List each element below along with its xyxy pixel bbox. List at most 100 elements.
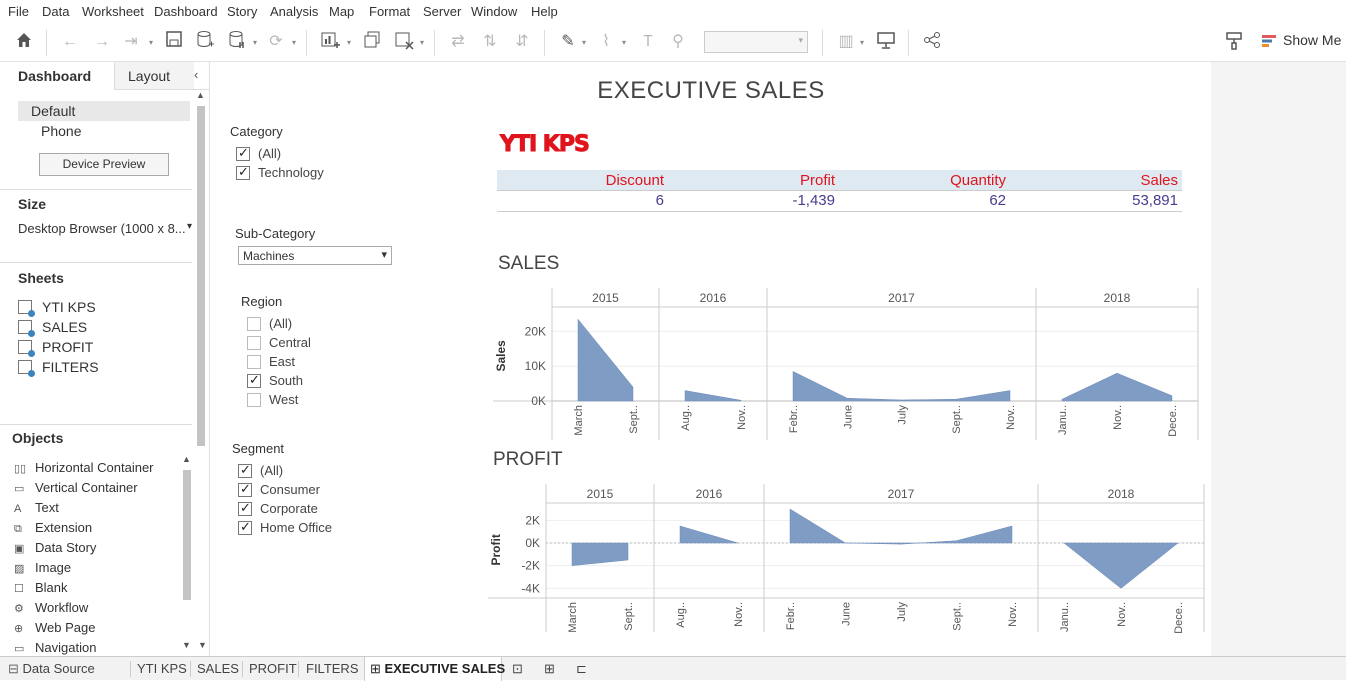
menu-analysis[interactable]: Analysis: [270, 4, 318, 19]
filter-checkbox[interactable]: (All): [247, 316, 292, 331]
checkbox[interactable]: [247, 336, 261, 350]
object-workflow[interactable]: ⚙ Workflow: [14, 600, 88, 615]
filter-checkbox[interactable]: Corporate: [238, 500, 318, 516]
label-icon[interactable]: T: [636, 30, 660, 54]
menu-server[interactable]: Server: [423, 4, 461, 19]
panel-scrollbar[interactable]: ▲: [194, 90, 208, 450]
presentation-icon[interactable]: [874, 30, 898, 54]
checkbox[interactable]: [247, 317, 261, 331]
filter-checkbox[interactable]: East: [247, 354, 295, 369]
scroll-up-icon[interactable]: ▲: [196, 90, 205, 100]
object-blank[interactable]: ☐ Blank: [14, 580, 68, 595]
fit-dropdown[interactable]: [704, 31, 808, 53]
filter-checkbox[interactable]: (All): [238, 462, 283, 478]
format-painter-icon[interactable]: [1222, 30, 1246, 54]
tab-layout[interactable]: Layout: [114, 62, 194, 90]
device-phone[interactable]: Phone: [18, 121, 190, 141]
filter-checkbox[interactable]: (All): [236, 145, 281, 161]
object-image[interactable]: ▨ Image: [14, 560, 71, 575]
object-navigation[interactable]: ▭ Navigation: [14, 640, 96, 655]
show-cards-icon[interactable]: ▥: [834, 30, 858, 54]
checkbox[interactable]: [247, 393, 261, 407]
refresh-icon[interactable]: ⟳: [264, 30, 288, 54]
objects-scrollbar[interactable]: ▲ ▼: [180, 454, 194, 654]
object-extension[interactable]: ⧉ Extension: [14, 520, 92, 536]
pin-icon[interactable]: ⚲: [666, 30, 690, 54]
scroll-down-icon[interactable]: ▼: [182, 640, 191, 650]
size-dropdown[interactable]: Desktop Browser (1000 x 8...: [18, 221, 192, 236]
sheet-item[interactable]: SALES: [18, 319, 87, 337]
object-web-page[interactable]: ⊕ Web Page: [14, 620, 95, 635]
share-icon[interactable]: [920, 30, 944, 54]
checkbox[interactable]: [247, 372, 261, 388]
object-data-story[interactable]: ▣ Data Story: [14, 540, 96, 555]
sheet-tab-sales[interactable]: SALES: [197, 661, 239, 676]
scroll-up-icon[interactable]: ▲: [182, 454, 191, 464]
duplicate-sheet-icon[interactable]: [360, 30, 384, 54]
highlight-icon[interactable]: ✎: [556, 30, 580, 54]
sheet-item[interactable]: YTI KPS: [18, 299, 96, 317]
sort-descending-icon[interactable]: ⇵: [510, 30, 534, 54]
left-panel: Dashboard Layout ‹ Default Phone Device …: [0, 62, 210, 656]
filter-checkbox[interactable]: Consumer: [238, 481, 320, 497]
menu-format[interactable]: Format: [369, 4, 410, 19]
sheet-tab-executive-sales[interactable]: ⊞ EXECUTIVE SALES: [370, 661, 505, 677]
sheet-tab-filters[interactable]: FILTERS: [306, 661, 359, 676]
replay-icon[interactable]: ⇥: [119, 30, 143, 54]
sheet-tab-profit[interactable]: PROFIT: [249, 661, 297, 676]
menu-dashboard[interactable]: Dashboard: [154, 4, 218, 19]
new-worksheet-tab-icon[interactable]: ⊡: [512, 661, 523, 677]
new-datasource-icon[interactable]: [193, 30, 217, 54]
sort-ascending-icon[interactable]: ⇅: [478, 30, 502, 54]
filter-checkbox[interactable]: West: [247, 392, 298, 407]
attach-icon[interactable]: ⌇: [594, 30, 618, 54]
device-preview-button[interactable]: Device Preview: [39, 153, 169, 176]
checkbox[interactable]: [236, 145, 250, 161]
show-me-button[interactable]: Show Me: [1283, 32, 1341, 48]
filter-checkbox[interactable]: South: [247, 372, 303, 388]
checkbox[interactable]: [238, 481, 252, 497]
checkbox[interactable]: [236, 164, 250, 180]
show-me-icon: [1262, 35, 1276, 47]
object-vertical-container[interactable]: ▭ Vertical Container: [14, 480, 138, 495]
object-horizontal-container[interactable]: ▯▯ Horizontal Container: [14, 460, 154, 475]
menu-data[interactable]: Data: [42, 4, 69, 19]
tab-dashboard[interactable]: Dashboard: [0, 62, 114, 90]
menu-help[interactable]: Help: [531, 4, 558, 19]
new-dashboard-tab-icon[interactable]: ⊞: [544, 661, 555, 677]
new-worksheet-icon[interactable]: [318, 30, 342, 54]
object-text[interactable]: A Text: [14, 500, 59, 515]
filter-checkbox[interactable]: Central: [247, 335, 311, 350]
dashboard-canvas: EXECUTIVE SALES Category (All) Technolog…: [211, 62, 1211, 656]
menu-worksheet[interactable]: Worksheet: [82, 4, 144, 19]
scroll-down-icon[interactable]: ▼: [198, 640, 207, 650]
checkbox[interactable]: [247, 355, 261, 369]
collapse-panel-icon[interactable]: ‹: [194, 67, 198, 82]
home-icon[interactable]: [12, 30, 36, 54]
filter-subcategory-title: Sub-Category: [235, 226, 316, 241]
sheet-item[interactable]: FILTERS: [18, 359, 99, 377]
filter-checkbox[interactable]: Home Office: [238, 519, 332, 535]
sheet-item[interactable]: PROFIT: [18, 339, 93, 357]
menu-window[interactable]: Window: [471, 4, 517, 19]
checkbox[interactable]: [238, 500, 252, 516]
subcategory-dropdown[interactable]: Machines: [238, 246, 392, 265]
data-source-tab[interactable]: ⊟ Data Source: [8, 661, 95, 677]
x-tick-label: Nov..: [733, 602, 745, 627]
clear-sheet-icon[interactable]: [392, 30, 416, 54]
filter-checkbox[interactable]: Technology: [236, 164, 324, 180]
menu-file[interactable]: File: [8, 4, 29, 19]
swap-icon[interactable]: ⇄: [446, 30, 470, 54]
save-icon[interactable]: [162, 30, 186, 54]
device-default[interactable]: Default: [18, 101, 190, 121]
sheet-tab-yti-kps[interactable]: YTI KPS: [137, 661, 187, 676]
menu-story[interactable]: Story: [227, 4, 257, 19]
menu-map[interactable]: Map: [329, 4, 354, 19]
redo-icon[interactable]: →: [90, 30, 114, 54]
checkbox[interactable]: [238, 462, 252, 478]
pause-updates-icon[interactable]: [225, 30, 249, 54]
year-label: 2017: [888, 291, 915, 305]
new-story-tab-icon[interactable]: ⊏: [576, 661, 587, 677]
undo-icon[interactable]: ←: [58, 30, 82, 54]
checkbox[interactable]: [238, 519, 252, 535]
